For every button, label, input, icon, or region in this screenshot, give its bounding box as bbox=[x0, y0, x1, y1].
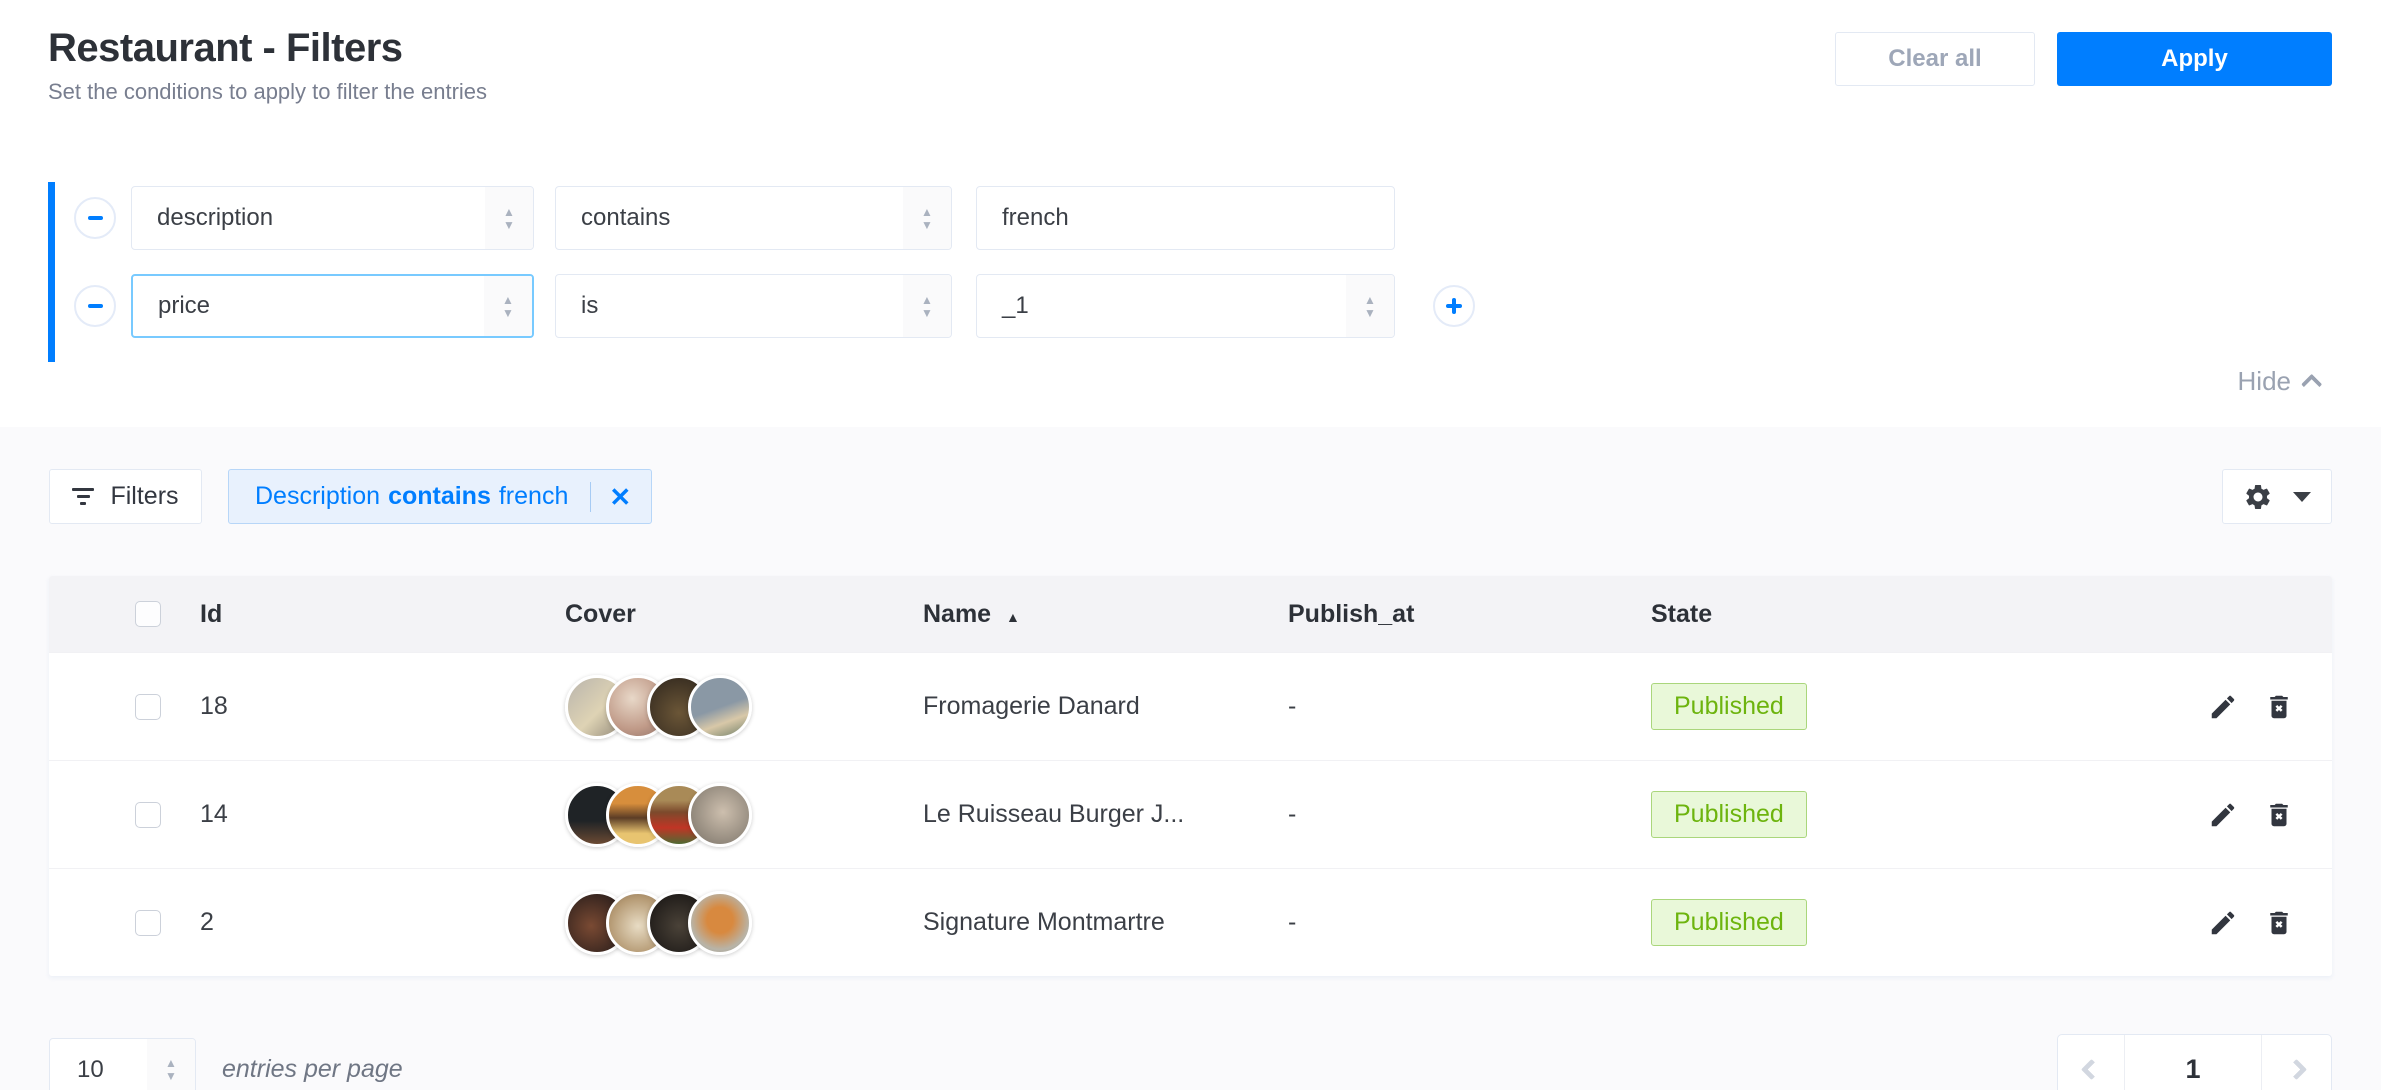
column-header-state[interactable]: State bbox=[1651, 600, 2162, 629]
filter-row-1: description ▲▼ contains ▲▼ bbox=[74, 186, 2332, 250]
gear-icon bbox=[2243, 482, 2273, 512]
table-header-row: Id Cover Name ▲ Publish_at State bbox=[49, 576, 2332, 652]
field-select[interactable]: description ▲▼ bbox=[131, 186, 534, 250]
filter-builder: description ▲▼ contains ▲▼ price ▲▼ is ▲… bbox=[48, 182, 2332, 362]
filters-button[interactable]: Filters bbox=[49, 469, 202, 524]
filter-value-input[interactable] bbox=[976, 186, 1395, 250]
filter-bar: Filters Description contains french ✕ bbox=[49, 469, 2332, 524]
plus-icon bbox=[1446, 298, 1462, 314]
header-actions: Clear all Apply bbox=[1835, 32, 2332, 86]
pagination: 1 bbox=[2057, 1034, 2332, 1090]
page-number-button[interactable]: 1 bbox=[2124, 1035, 2262, 1090]
row-checkbox[interactable] bbox=[135, 694, 161, 720]
column-header-name[interactable]: Name ▲ bbox=[923, 600, 1288, 629]
clear-all-button[interactable]: Clear all bbox=[1835, 32, 2035, 86]
field-select-focused[interactable]: price ▲▼ bbox=[131, 274, 534, 338]
next-page-button[interactable] bbox=[2262, 1035, 2331, 1090]
select-all-checkbox[interactable] bbox=[135, 601, 161, 627]
table-settings-button[interactable] bbox=[2222, 469, 2332, 524]
edit-icon[interactable] bbox=[2208, 908, 2238, 938]
cover-images bbox=[565, 783, 923, 847]
cell-name: Le Ruisseau Burger J... bbox=[923, 800, 1288, 829]
value-wrap bbox=[976, 186, 1395, 250]
add-filter-row-button[interactable] bbox=[1433, 285, 1475, 327]
remove-filter-icon[interactable]: ✕ bbox=[609, 484, 631, 510]
filter-row-2: price ▲▼ is ▲▼ _1 ▲▼ bbox=[74, 274, 2332, 338]
chevron-left-icon bbox=[2080, 1059, 2101, 1080]
filters-panel: Restaurant - Filters Set the conditions … bbox=[0, 0, 2381, 427]
cell-name: Signature Montmartre bbox=[923, 908, 1288, 937]
status-badge: Published bbox=[1651, 899, 1807, 946]
prev-page-button[interactable] bbox=[2058, 1035, 2124, 1090]
cell-publish-at: - bbox=[1288, 800, 1651, 829]
active-filter-tag: Description contains french ✕ bbox=[228, 469, 652, 524]
select-arrows-icon: ▲▼ bbox=[1346, 275, 1394, 337]
cell-publish-at: - bbox=[1288, 692, 1651, 721]
minus-icon bbox=[88, 216, 103, 220]
cover-photo bbox=[688, 891, 752, 955]
delete-icon[interactable] bbox=[2264, 800, 2294, 830]
column-header-id[interactable]: Id bbox=[200, 600, 565, 629]
entries-table: Id Cover Name ▲ Publish_at State 18 From… bbox=[49, 576, 2332, 976]
hide-toggle[interactable]: Hide bbox=[48, 366, 2332, 427]
cell-publish-at: - bbox=[1288, 908, 1651, 937]
cover-images bbox=[565, 891, 923, 955]
tag-operator: contains bbox=[388, 482, 491, 511]
tag-field: Description bbox=[255, 482, 380, 511]
table-row[interactable]: 18 Fromagerie Danard - Published bbox=[49, 652, 2332, 760]
cell-id: 2 bbox=[200, 908, 565, 937]
cover-photo bbox=[688, 675, 752, 739]
remove-filter-row-button[interactable] bbox=[74, 197, 116, 239]
select-arrows-icon: ▲▼ bbox=[903, 187, 951, 249]
entries-per-page-select[interactable]: 10 ▲▼ bbox=[49, 1038, 196, 1090]
cell-name: Fromagerie Danard bbox=[923, 692, 1288, 721]
table-footer: 10 ▲▼ entries per page 1 bbox=[49, 1034, 2332, 1090]
filter-icon bbox=[72, 488, 94, 505]
value-select[interactable]: _1 ▲▼ bbox=[976, 274, 1395, 338]
row-actions bbox=[2162, 908, 2332, 938]
select-arrows-icon: ▲▼ bbox=[903, 275, 951, 337]
column-header-publish-at[interactable]: Publish_at bbox=[1288, 600, 1651, 629]
remove-filter-row-button[interactable] bbox=[74, 285, 116, 327]
cover-photo bbox=[688, 783, 752, 847]
edit-icon[interactable] bbox=[2208, 800, 2238, 830]
tag-value: french bbox=[499, 482, 568, 511]
delete-icon[interactable] bbox=[2264, 908, 2294, 938]
minus-icon bbox=[88, 304, 103, 308]
apply-button[interactable]: Apply bbox=[2057, 32, 2332, 86]
row-checkbox[interactable] bbox=[135, 910, 161, 936]
entries-per-page-label: entries per page bbox=[222, 1055, 403, 1084]
page-header-text: Restaurant - Filters Set the conditions … bbox=[48, 26, 487, 105]
sort-asc-icon: ▲ bbox=[1006, 609, 1020, 625]
page-header: Restaurant - Filters Set the conditions … bbox=[48, 26, 2332, 105]
chevron-right-icon bbox=[2286, 1059, 2307, 1080]
column-header-cover[interactable]: Cover bbox=[565, 600, 923, 629]
cell-id: 18 bbox=[200, 692, 565, 721]
operator-select[interactable]: contains ▲▼ bbox=[555, 186, 952, 250]
select-arrows-icon: ▲▼ bbox=[485, 187, 533, 249]
caret-down-icon bbox=[2293, 492, 2311, 502]
select-arrows-icon: ▲▼ bbox=[484, 276, 532, 336]
select-arrows-icon: ▲▼ bbox=[147, 1039, 195, 1090]
table-row[interactable]: 14 Le Ruisseau Burger J... - Published bbox=[49, 760, 2332, 868]
delete-icon[interactable] bbox=[2264, 692, 2294, 722]
row-actions bbox=[2162, 800, 2332, 830]
row-checkbox[interactable] bbox=[135, 802, 161, 828]
tag-divider bbox=[590, 482, 591, 512]
page-subtitle: Set the conditions to apply to filter th… bbox=[48, 79, 487, 105]
operator-select[interactable]: is ▲▼ bbox=[555, 274, 952, 338]
page-title: Restaurant - Filters bbox=[48, 26, 487, 71]
edit-icon[interactable] bbox=[2208, 692, 2238, 722]
chevron-up-icon bbox=[2301, 374, 2322, 395]
cover-images bbox=[565, 675, 923, 739]
status-badge: Published bbox=[1651, 791, 1807, 838]
list-view-section: Filters Description contains french ✕ Id… bbox=[0, 427, 2381, 1090]
status-badge: Published bbox=[1651, 683, 1807, 730]
table-row[interactable]: 2 Signature Montmartre - Published bbox=[49, 868, 2332, 976]
cell-id: 14 bbox=[200, 800, 565, 829]
row-actions bbox=[2162, 692, 2332, 722]
